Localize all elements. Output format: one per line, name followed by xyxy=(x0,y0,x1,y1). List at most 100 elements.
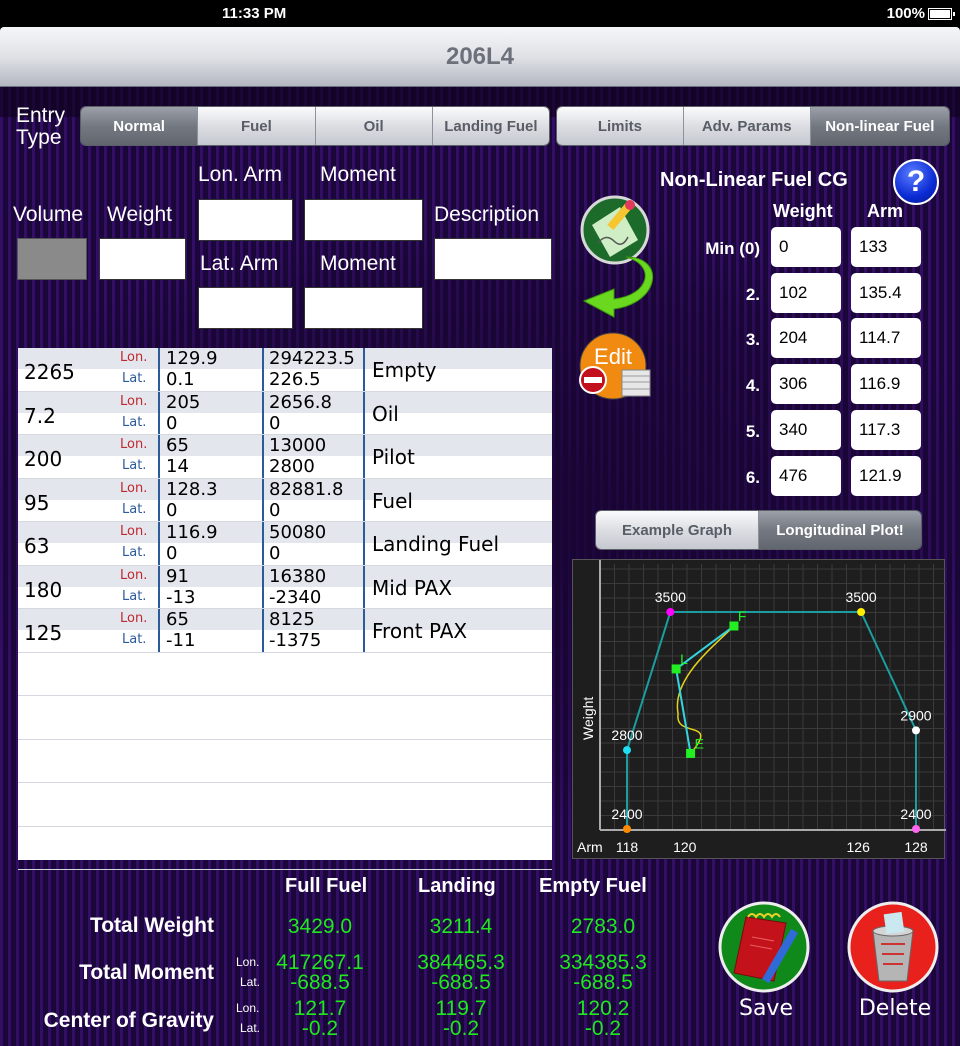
table-row[interactable]: 63 Lon. Lat. 116.9 0 50080 0 Landing Fuel xyxy=(18,522,552,566)
entry-type-label-line1: Entry xyxy=(16,104,66,127)
nonlinear-weight-input[interactable]: 306 xyxy=(771,364,841,404)
nonlinear-weight-input[interactable]: 102 xyxy=(771,273,841,313)
nonlinear-row-label: Min (0) xyxy=(705,239,760,258)
envelope-point xyxy=(857,608,866,616)
column-divider xyxy=(158,435,160,478)
row-lat-arm: 0 xyxy=(166,412,178,434)
row-lat-moment: 0 xyxy=(269,412,281,434)
edit-button[interactable]: Edit xyxy=(576,332,656,402)
summary-header-full-fuel: Full Fuel xyxy=(285,875,368,897)
tab-longitudinal-plot[interactable]: Longitudinal Plot! xyxy=(759,511,921,549)
row-lon-moment: 2656.8 xyxy=(269,391,332,413)
empty-table-row[interactable] xyxy=(18,827,552,870)
tab-normal[interactable]: Normal xyxy=(81,107,199,145)
tab-adv-params[interactable]: Adv. Params xyxy=(683,107,811,145)
weight-label: Weight xyxy=(107,203,172,226)
row-lon-moment: 13000 xyxy=(269,435,327,456)
row-lat-moment: 0 xyxy=(269,543,281,564)
tab-oil[interactable]: Oil xyxy=(315,107,433,145)
main-content: Entry Type Normal Fuel Oil Landing Fuel … xyxy=(0,87,960,1046)
row-lat-tag: Lat. xyxy=(122,545,147,560)
envelope-point-label: 3500 xyxy=(846,589,877,605)
weight-field[interactable] xyxy=(99,238,186,280)
nonlinear-weight-input[interactable]: 340 xyxy=(771,410,841,450)
total-moment-label: Total Moment xyxy=(79,961,214,984)
status-time: 11:33 PM xyxy=(222,5,287,22)
summary-header-landing: Landing xyxy=(418,875,496,897)
nonlinear-weight-input[interactable]: 0 xyxy=(771,227,841,267)
row-lat-tag: Lat. xyxy=(122,371,147,386)
table-row[interactable]: 180 Lon. Lat. 91 -13 16380 -2340 Mid PAX xyxy=(18,565,552,609)
lon-moment-field[interactable] xyxy=(304,199,423,241)
save-button[interactable]: Save xyxy=(716,899,816,1039)
settings-segmented-control: Limits Adv. Params Non-linear Fuel xyxy=(556,106,950,146)
table-row[interactable]: 95 Lon. Lat. 128.3 0 82881.8 0 Fuel xyxy=(18,478,552,522)
row-description: Fuel xyxy=(372,488,413,513)
row-lat-tag: Lat. xyxy=(122,501,147,517)
volume-field[interactable] xyxy=(17,238,87,280)
help-button[interactable]: ? xyxy=(893,159,939,205)
nonlinear-arm-input[interactable]: 135.4 xyxy=(851,273,921,313)
total-weight-landing: 3211.4 xyxy=(429,915,493,938)
tab-landing-fuel[interactable]: Landing Fuel xyxy=(432,107,549,145)
table-row[interactable]: 7.2 Lon. Lat. 205 0 2656.8 0 Oil xyxy=(18,391,552,435)
column-divider xyxy=(158,609,160,652)
lon-moment-label: Moment xyxy=(320,163,396,186)
empty-table-row[interactable] xyxy=(18,783,552,827)
x-tick-label: 126 xyxy=(847,839,871,855)
nonlinear-arm-input[interactable]: 116.9 xyxy=(851,364,921,404)
cg-lat-landing: -0.2 xyxy=(442,1017,480,1040)
row-lon-arm: 65 xyxy=(166,435,189,456)
cg-path-line xyxy=(675,625,735,754)
delete-label: Delete xyxy=(858,996,932,1021)
row-lon-arm: 128.3 xyxy=(166,478,218,500)
lat-moment-field[interactable] xyxy=(304,287,423,329)
entry-type-segmented-control: Normal Fuel Oil Landing Fuel xyxy=(80,106,550,146)
description-field[interactable] xyxy=(434,238,552,280)
lat-arm-field[interactable] xyxy=(198,287,293,329)
page-title: 206L4 xyxy=(445,43,515,70)
nonlinear-weight-input[interactable]: 204 xyxy=(771,318,841,358)
status-bar: 11:33 PM 100% xyxy=(0,0,960,27)
tab-limits[interactable]: Limits xyxy=(557,107,684,145)
add-entry-button[interactable] xyxy=(578,195,654,320)
nonlinear-row-label: 5. xyxy=(745,422,760,441)
column-divider xyxy=(363,565,365,608)
lon-arm-label: Lon. Arm xyxy=(198,163,283,186)
row-description: Mid PAX xyxy=(372,575,453,600)
row-lat-moment: 0 xyxy=(269,499,281,521)
nonlinear-row-label: 6. xyxy=(745,468,760,487)
row-lon-tag: Lon. xyxy=(120,350,148,365)
table-row[interactable]: 2265 Lon. Lat. 129.9 0.1 294223.5 226.5 Empty xyxy=(18,348,552,392)
question-mark-icon: ? xyxy=(906,165,926,198)
nonlinear-arm-input[interactable]: 121.9 xyxy=(851,456,921,496)
row-weight: 180 xyxy=(24,577,63,602)
delete-button[interactable]: Delete xyxy=(845,899,945,1039)
empty-table-row[interactable] xyxy=(18,740,552,783)
row-lat-moment: 226.5 xyxy=(269,369,321,390)
column-divider xyxy=(363,391,365,434)
table-row[interactable]: 125 Lon. Lat. 65 -11 8125 -1375 Front PAX xyxy=(18,609,552,653)
nonlinear-arm-input[interactable]: 114.7 xyxy=(851,318,921,358)
navigation-bar: 206L4 xyxy=(0,27,960,87)
nonlinear-arm-input[interactable]: 133 xyxy=(851,227,921,267)
nonlinear-weight-input[interactable]: 476 xyxy=(771,456,841,496)
column-divider xyxy=(262,609,264,652)
lon-arm-field[interactable] xyxy=(198,199,293,241)
empty-table-row[interactable] xyxy=(18,653,552,696)
envelope-point xyxy=(912,825,920,833)
table-row[interactable]: 200 Lon. Lat. 65 14 13000 2800 Pilot xyxy=(18,435,552,479)
empty-table-row[interactable] xyxy=(18,696,552,740)
notepad-pen-icon xyxy=(718,901,810,993)
nonlinear-row-label: 3. xyxy=(745,330,760,349)
row-lat-moment: -1375 xyxy=(269,630,322,651)
tab-example-graph[interactable]: Example Graph xyxy=(596,511,759,549)
cg-point-label: F xyxy=(738,608,747,624)
nonlinear-arm-input[interactable]: 117.3 xyxy=(851,410,921,450)
tab-fuel[interactable]: Fuel xyxy=(198,107,316,145)
row-lat-arm: 0 xyxy=(166,499,178,521)
row-lon-arm: 205 xyxy=(166,391,201,413)
tab-non-linear-fuel[interactable]: Non-linear Fuel xyxy=(810,107,949,145)
x-tick-label: 118 xyxy=(616,839,639,855)
column-divider xyxy=(262,478,264,521)
